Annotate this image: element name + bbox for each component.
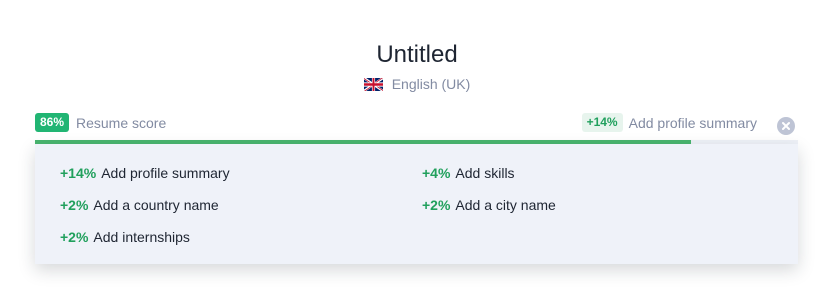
resume-title: Untitled (376, 41, 458, 68)
suggestions-panel: +14% Add profile summary +4% Add skills +2… (35, 144, 798, 264)
resume-score-label: Resume score (76, 115, 167, 131)
suggestion-label: Add a country name (93, 197, 219, 213)
top-tip-badge: +14% (581, 113, 623, 132)
suggestion-percent: +2% (60, 197, 89, 213)
language-label: English (UK) (391, 76, 471, 92)
top-tip-label: Add profile summary (628, 114, 757, 131)
suggestion-add-skills[interactable]: +4% Add skills (422, 164, 515, 182)
resume-score-badge: 86% (35, 113, 70, 132)
suggestion-percent: +2% (60, 229, 89, 245)
language-selector[interactable]: English (UK) (0, 74, 834, 94)
suggestion-label: Add skills (455, 165, 515, 181)
suggestion-percent: +4% (422, 165, 451, 181)
suggestion-label: Add profile summary (101, 165, 230, 181)
suggestion-percent: +14% (60, 165, 97, 181)
suggestion-percent: +2% (422, 197, 451, 213)
suggestion-label: Add a city name (455, 197, 556, 213)
close-button[interactable] (777, 117, 795, 135)
suggestion-add-country-name[interactable]: +2% Add a country name (60, 196, 219, 214)
uk-flag-icon (363, 77, 383, 91)
suggestion-add-city-name[interactable]: +2% Add a city name (422, 196, 556, 214)
close-icon (782, 122, 790, 130)
suggestion-add-profile-summary[interactable]: +14% Add profile summary (60, 164, 230, 182)
suggestion-add-internships[interactable]: +2% Add internships (60, 228, 190, 246)
suggestion-label: Add internships (93, 229, 190, 245)
top-tip-add-profile-summary[interactable]: +14% Add profile summary (581, 113, 757, 132)
resume-score-row: 86% Resume score +14% Add profile summar… (35, 113, 763, 133)
